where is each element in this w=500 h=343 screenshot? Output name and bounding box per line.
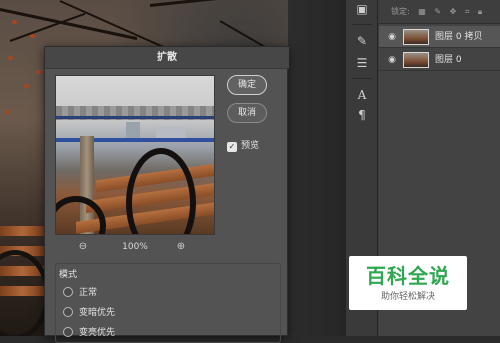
mode-option-label: 变亮优先 xyxy=(79,328,116,338)
layer-comps-icon[interactable]: ▣ xyxy=(353,0,371,18)
brush-settings-icon[interactable]: ✎ xyxy=(353,32,371,50)
paragraph-icon[interactable]: ¶ xyxy=(353,106,371,124)
canvas-edge xyxy=(288,0,345,336)
zoom-value: 100% xyxy=(122,242,148,252)
mode-option-darken[interactable]: 变暗优先 xyxy=(63,307,115,319)
lock-label: 锁定: xyxy=(391,7,410,16)
bench-plank xyxy=(0,226,44,236)
mode-option-label: 变暗优先 xyxy=(79,308,116,318)
radio-icon[interactable] xyxy=(63,287,73,297)
ok-button[interactable]: 确定 xyxy=(227,75,267,95)
lock-position-icon[interactable]: ✥ xyxy=(450,7,457,16)
tree-branch xyxy=(9,12,86,42)
radio-icon[interactable] xyxy=(63,307,73,317)
leaf xyxy=(24,84,29,88)
zoom-in-icon[interactable]: ⊕ xyxy=(173,239,189,255)
preview-checkbox[interactable]: ✓ 预览 xyxy=(227,139,259,153)
zoom-out-icon[interactable]: ⊖ xyxy=(75,239,91,255)
divider xyxy=(352,24,372,25)
mode-option-normal[interactable]: 正常 xyxy=(63,287,97,299)
mode-option-label: 正常 xyxy=(79,288,98,298)
eye-icon[interactable]: ◉ xyxy=(385,26,399,48)
bench-ironwork xyxy=(0,250,50,336)
mode-title: 模式 xyxy=(59,270,78,280)
leaf xyxy=(30,34,35,38)
layer-thumbnail xyxy=(403,29,429,45)
lock-pixels-icon[interactable]: ✎ xyxy=(434,7,441,16)
preview-ironwork xyxy=(126,148,196,234)
mode-option-lighten[interactable]: 变亮优先 xyxy=(63,327,115,339)
filter-preview[interactable] xyxy=(55,75,215,235)
layer-name: 图层 0 拷贝 xyxy=(435,32,483,42)
cancel-button[interactable]: 取消 xyxy=(227,103,267,123)
diffuse-dialog: 扩散 ⊖ 100% ⊕ 确定 取消 ✓ 预览 模式 正常 变暗优先 变亮优先 xyxy=(44,46,289,343)
lock-artboard-icon[interactable]: ⌗ xyxy=(465,7,470,16)
lock-all-icon[interactable]: 🔒︎ xyxy=(478,7,482,16)
preview-label: 预览 xyxy=(241,141,260,151)
watermark-subtitle: 助你轻松解决 xyxy=(380,292,435,302)
leaf xyxy=(36,70,41,74)
zoom-controls: ⊖ 100% ⊕ xyxy=(55,239,215,255)
checkbox-check-icon[interactable]: ✓ xyxy=(227,142,237,152)
lock-row: 锁定: ▦ ✎ ✥ ⌗ 🔒︎ xyxy=(379,0,500,24)
watermark-logo: 百科全说 助你轻松解决 xyxy=(349,256,467,310)
divider xyxy=(352,78,372,79)
leaf xyxy=(5,110,10,114)
layer-thumbnail xyxy=(403,52,429,68)
watermark-title: 百科全说 xyxy=(366,264,450,288)
layer-row-copy[interactable]: ◉ 图层 0 拷贝 xyxy=(379,26,500,48)
leaf xyxy=(12,20,17,24)
lock-transparent-icon[interactable]: ▦ xyxy=(418,7,426,16)
leaf xyxy=(8,56,13,60)
eye-icon[interactable]: ◉ xyxy=(385,49,399,71)
character-icon[interactable]: A xyxy=(353,86,371,104)
layer-row-base[interactable]: ◉ 图层 0 xyxy=(379,49,500,71)
adjustments-icon[interactable]: ☰ xyxy=(353,54,371,72)
dialog-title: 扩散 xyxy=(45,47,289,69)
preview-rail xyxy=(56,116,214,119)
layer-name: 图层 0 xyxy=(435,55,462,65)
